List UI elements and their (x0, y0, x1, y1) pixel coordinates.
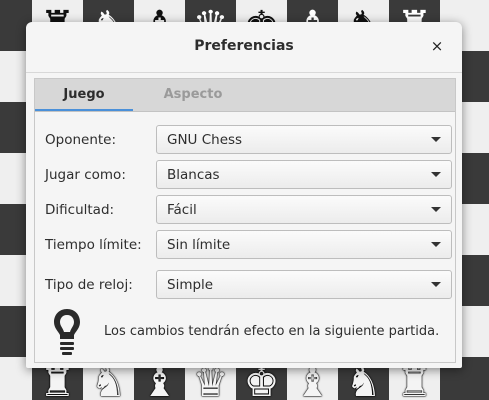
clock-type-value: Simple (167, 277, 214, 293)
tab-bar: Juego Aspecto (35, 79, 455, 112)
opponent-value: GNU Chess (167, 132, 243, 148)
setting-row-difficulty: Dificultad: Fácil (45, 195, 452, 225)
chevron-down-icon (431, 137, 441, 142)
opponent-label: Oponente: (45, 132, 117, 148)
hint-text: Los cambios tendrán efecto en la siguien… (104, 324, 440, 339)
tab-aspecto[interactable]: Aspecto (153, 79, 233, 111)
preferences-dialog: Preferencias × Juego Aspecto Oponente: G… (26, 22, 462, 368)
white-queen-icon: ♛ (192, 359, 229, 400)
time-limit-combo[interactable]: Sin límite (156, 230, 452, 259)
setting-row-time-limit: Tiempo límite: Sin límite (45, 230, 452, 260)
difficulty-value: Fácil (167, 202, 197, 218)
white-rook-icon: ♜ (39, 359, 76, 400)
clock-type-label: Tipo de reloj: (45, 277, 133, 293)
info-hint: Los cambios tendrán efecto en la siguien… (51, 306, 451, 356)
tab-juego[interactable]: Juego (35, 79, 133, 111)
setting-row-clock-type: Tipo de reloj: Simple (45, 270, 452, 300)
difficulty-label: Dificultad: (45, 202, 115, 218)
setting-row-opponent: Oponente: GNU Chess (45, 125, 452, 155)
time-limit-label: Tiempo límite: (45, 237, 142, 253)
play-as-value: Blancas (167, 167, 220, 183)
clock-type-combo[interactable]: Simple (156, 270, 452, 299)
white-king-icon: ♚ (243, 359, 280, 400)
white-bishop-icon: ♝ (294, 359, 331, 400)
opponent-combo[interactable]: GNU Chess (156, 125, 452, 154)
chevron-down-icon (431, 242, 441, 247)
difficulty-combo[interactable]: Fácil (156, 195, 452, 224)
chevron-down-icon (431, 207, 441, 212)
white-rook-icon: ♜ (396, 359, 433, 400)
white-knight-icon: ♞ (90, 359, 127, 400)
close-button[interactable]: × (426, 35, 448, 57)
chevron-down-icon (431, 282, 441, 287)
dialog-title: Preferencias (194, 38, 294, 54)
chevron-down-icon (431, 172, 441, 177)
white-knight-icon: ♞ (345, 359, 382, 400)
dialog-titlebar: Preferencias × (26, 22, 462, 73)
setting-row-play-as: Jugar como: Blancas (45, 160, 452, 190)
time-limit-value: Sin límite (167, 237, 231, 253)
play-as-label: Jugar como: (45, 167, 126, 183)
lightbulb-icon (54, 309, 80, 355)
play-as-combo[interactable]: Blancas (156, 160, 452, 189)
preferences-notebook: Juego Aspecto Oponente: GNU Chess Jugar … (34, 78, 456, 363)
white-bishop-icon: ♝ (141, 359, 178, 400)
